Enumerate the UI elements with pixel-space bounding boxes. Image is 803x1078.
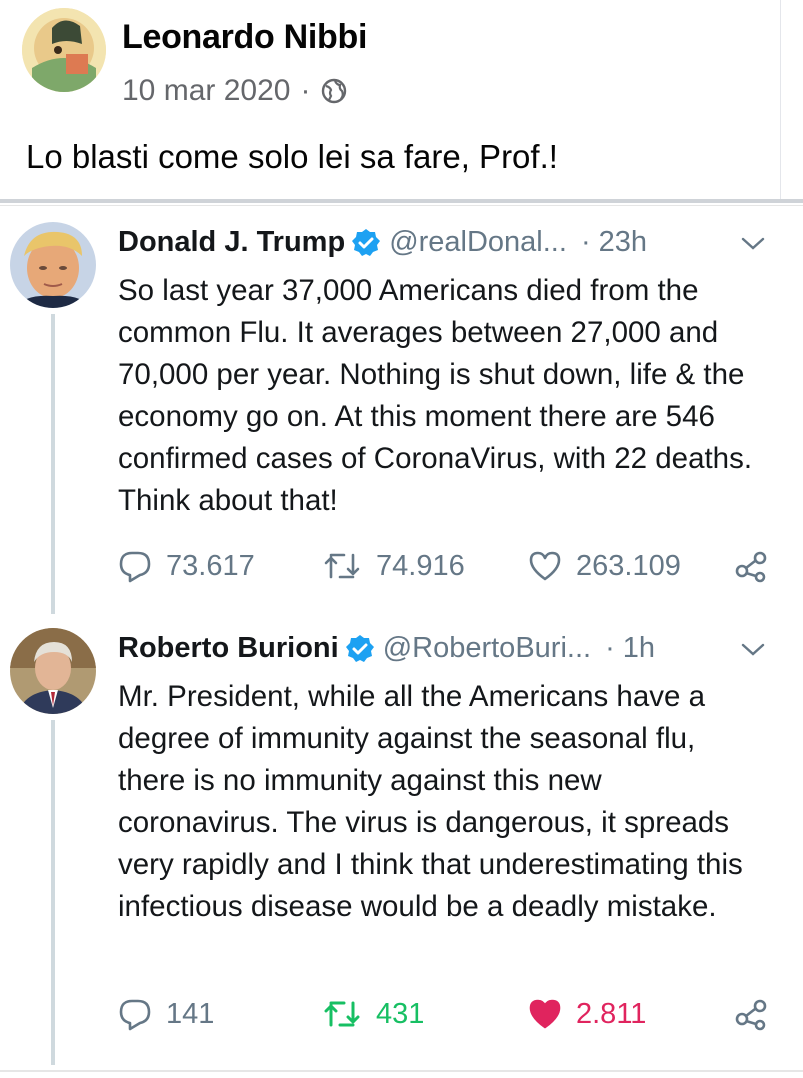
tweet-handle[interactable]: @realDonal... [389,226,567,259]
reply-button[interactable]: 73.617 [118,546,255,586]
author-name[interactable]: Leonardo Nibbi [122,18,367,57]
card-edge [780,0,781,200]
tweet-handle[interactable]: @RobertoBuri... [383,632,591,665]
share-button[interactable] [734,546,782,586]
reply-button[interactable]: 141 [118,994,214,1034]
like-count: 263.109 [576,549,681,582]
tweet-header: Roberto Burioni @RobertoBuri... · 1h [118,632,655,665]
tweet-time[interactable]: · 23h [581,226,647,259]
like-button[interactable]: 2.811 [528,994,646,1034]
share-icon [735,551,767,583]
chevron-down-icon[interactable] [740,236,766,252]
author-avatar[interactable] [22,8,106,92]
divider [0,1070,803,1072]
retweet-count: 74.916 [376,549,465,582]
facebook-post-header: Leonardo Nibbi 10 mar 2020 · Lo blasti c… [0,0,803,200]
reply-count: 141 [166,997,215,1030]
thread-line [51,314,55,614]
tweet-actions: 73.617 74.916 263.109 [118,546,778,586]
retweet-icon [324,1001,360,1027]
meta-separator: · [300,74,311,107]
share-icon [735,999,767,1031]
heart-icon [529,551,561,581]
tweet-author-name[interactable]: Donald J. Trump [118,226,345,259]
share-button[interactable] [734,994,782,1034]
tweet-avatar[interactable] [10,628,96,714]
chevron-down-icon[interactable] [740,642,766,658]
retweet-button[interactable]: 431 [322,994,424,1034]
tweet-time[interactable]: · 1h [605,632,655,665]
tweet-header: Donald J. Trump @realDonal... · 23h [118,226,647,259]
post-meta: 10 mar 2020 · [122,74,348,108]
reply-icon [119,551,151,583]
divider [0,199,803,203]
like-count: 2.811 [576,997,647,1030]
verified-icon [352,228,381,256]
tweet-actions: 141 431 2.811 [118,994,778,1034]
verified-icon [345,634,374,662]
post-caption: Lo blasti come solo lei sa fare, Prof.! [26,138,558,175]
tweet-text: So last year 37,000 Americans died from … [118,274,753,517]
retweet-count: 431 [376,997,425,1030]
reply-icon [119,999,151,1031]
post-date[interactable]: 10 mar 2020 [122,74,290,108]
thread-line [51,720,55,1065]
divider [0,205,803,206]
heart-icon [529,999,561,1029]
tweet-avatar[interactable] [10,222,96,308]
reply-count: 73.617 [166,549,255,582]
tweet-author-name[interactable]: Roberto Burioni [118,632,339,665]
retweet-button[interactable]: 74.916 [322,546,465,586]
retweet-icon [324,553,360,579]
tweet-text: Mr. President, while all the Americans h… [118,680,743,923]
like-button[interactable]: 263.109 [528,546,681,586]
globe-icon [322,78,347,104]
